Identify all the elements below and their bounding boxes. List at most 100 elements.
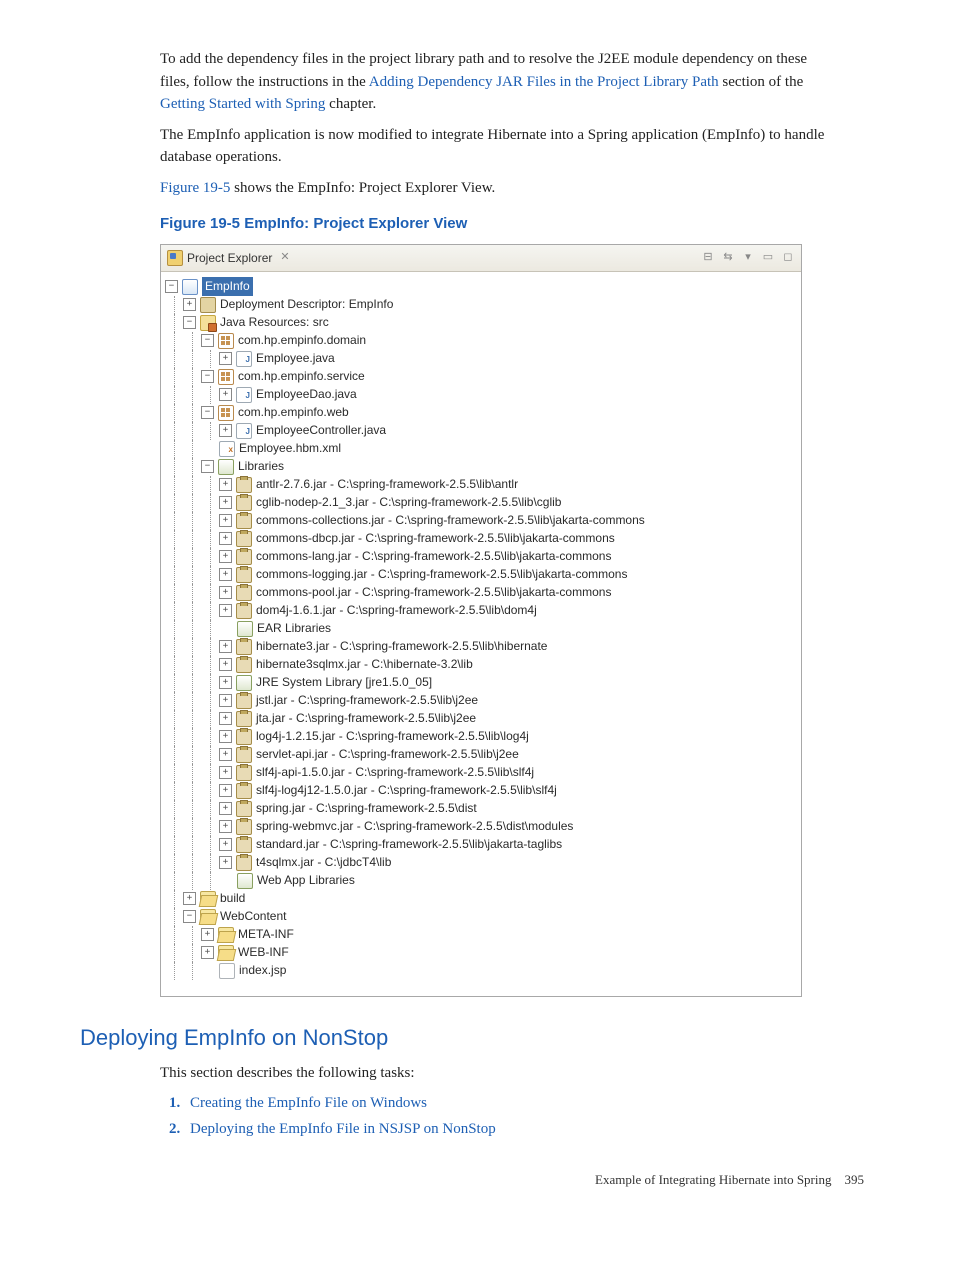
- expand-toggle[interactable]: +: [219, 658, 232, 671]
- library-icon: [237, 873, 253, 889]
- expand-toggle[interactable]: +: [219, 694, 232, 707]
- tree-item-package[interactable]: − com.hp.empinfo.service: [165, 368, 797, 386]
- tree-item-java[interactable]: + EmployeeDao.java: [165, 386, 797, 404]
- tree-label: META-INF: [238, 925, 294, 944]
- tree-item-folder[interactable]: − WebContent: [165, 908, 797, 926]
- tree-label: spring.jar - C:\spring-framework-2.5.5\d…: [256, 799, 477, 818]
- expand-toggle[interactable]: +: [219, 784, 232, 797]
- dd-icon: [200, 297, 216, 313]
- tree-item-jar[interactable]: +antlr-2.7.6.jar - C:\spring-framework-2…: [165, 476, 797, 494]
- minimize-icon[interactable]: ▭: [761, 251, 775, 265]
- collapse-toggle[interactable]: −: [201, 406, 214, 419]
- java-file-icon: [236, 387, 252, 403]
- tree-item-jar[interactable]: +cglib-nodep-2.1_3.jar - C:\spring-frame…: [165, 494, 797, 512]
- tree-item-java[interactable]: + EmployeeController.java: [165, 422, 797, 440]
- tree-item-jar[interactable]: +log4j-1.2.15.jar - C:\spring-framework-…: [165, 728, 797, 746]
- tree-item-project[interactable]: − EmpInfo: [165, 278, 797, 296]
- expand-toggle[interactable]: +: [219, 568, 232, 581]
- view-menu-icon[interactable]: ▾: [741, 251, 755, 265]
- collapse-toggle[interactable]: −: [183, 316, 196, 329]
- tree-item-jar[interactable]: +slf4j-log4j12-1.5.0.jar - C:\spring-fra…: [165, 782, 797, 800]
- expand-toggle[interactable]: +: [219, 604, 232, 617]
- collapse-toggle[interactable]: −: [165, 280, 178, 293]
- tree-item-jar[interactable]: +slf4j-api-1.5.0.jar - C:\spring-framewo…: [165, 764, 797, 782]
- link-step-1a[interactable]: Creating the EmpInfo: [190, 1095, 325, 1111]
- tree-item-jar[interactable]: + spring.jar - C:\spring-framework-2.5.5\…: [165, 800, 797, 818]
- close-icon[interactable]: ✕: [280, 249, 289, 266]
- tree-item-lib[interactable]: + JRE System Library [jre1.5.0_05]: [165, 674, 797, 692]
- tree-item-dd[interactable]: + Deployment Descriptor: EmpInfo: [165, 296, 797, 314]
- expand-toggle[interactable]: +: [219, 640, 232, 653]
- view-title: Project Explorer: [187, 249, 272, 267]
- expand-toggle[interactable]: +: [219, 550, 232, 563]
- tree-item-lib[interactable]: Web App Libraries: [165, 872, 797, 890]
- folder-icon: [200, 891, 216, 907]
- expand-toggle[interactable]: +: [183, 298, 196, 311]
- expand-toggle[interactable]: +: [219, 424, 232, 437]
- tree-item-jar[interactable]: +t4sqlmx.jar - C:\jdbcT4\lib: [165, 854, 797, 872]
- tree-item-jar[interactable]: + standard.jar - C:\spring-framework-2.5.…: [165, 836, 797, 854]
- expand-toggle[interactable]: +: [219, 766, 232, 779]
- tree-item-folder[interactable]: + build: [165, 890, 797, 908]
- tree-item-package[interactable]: − com.hp.empinfo.domain: [165, 332, 797, 350]
- expand-toggle[interactable]: +: [183, 892, 196, 905]
- link-figure-ref[interactable]: Figure 19-5: [160, 180, 230, 196]
- expand-toggle[interactable]: +: [219, 352, 232, 365]
- expand-toggle[interactable]: +: [201, 928, 214, 941]
- expand-toggle[interactable]: +: [219, 676, 232, 689]
- tree-item-java[interactable]: + Employee.java: [165, 350, 797, 368]
- tree-item-package[interactable]: − com.hp.empinfo.web: [165, 404, 797, 422]
- jar-icon: [236, 765, 252, 781]
- maximize-icon[interactable]: ◻: [781, 251, 795, 265]
- jar-icon: [236, 567, 252, 583]
- tree-item-xml[interactable]: Employee.hbm.xml: [165, 440, 797, 458]
- expand-toggle[interactable]: +: [219, 388, 232, 401]
- expand-toggle[interactable]: +: [201, 946, 214, 959]
- link-add-dependency[interactable]: Adding Dependency JAR Files in the Proje…: [369, 74, 719, 90]
- tree-item-jar[interactable]: +commons-pool.jar - C:\spring-framework-…: [165, 584, 797, 602]
- expand-toggle[interactable]: +: [219, 712, 232, 725]
- tree-item-lib[interactable]: EAR Libraries: [165, 620, 797, 638]
- expand-toggle[interactable]: +: [219, 514, 232, 527]
- expand-toggle[interactable]: +: [219, 586, 232, 599]
- tree-item-jar[interactable]: +commons-logging.jar - C:\spring-framewo…: [165, 566, 797, 584]
- jar-icon: [236, 747, 252, 763]
- collapse-all-icon[interactable]: ⊟: [701, 251, 715, 265]
- collapse-toggle[interactable]: −: [201, 460, 214, 473]
- expand-toggle[interactable]: +: [219, 802, 232, 815]
- link-getting-started[interactable]: Getting Started with Spring: [160, 96, 325, 112]
- expand-toggle[interactable]: +: [219, 730, 232, 743]
- collapse-toggle[interactable]: −: [201, 334, 214, 347]
- tree-item-libraries[interactable]: − Libraries: [165, 458, 797, 476]
- link-step-2b[interactable]: File in NSJSP on NonStop: [336, 1121, 496, 1137]
- expand-toggle[interactable]: +: [219, 478, 232, 491]
- tree-item-jar[interactable]: +commons-dbcp.jar - C:\spring-framework-…: [165, 530, 797, 548]
- tree-label: standard.jar - C:\spring-framework-2.5.5…: [256, 835, 562, 854]
- tree-item-jar[interactable]: +hibernate3sqlmx.jar - C:\hibernate-3.2\…: [165, 656, 797, 674]
- tree-item-jar[interactable]: +spring-webmvc.jar - C:\spring-framework…: [165, 818, 797, 836]
- tree-item-folder[interactable]: + WEB-INF: [165, 944, 797, 962]
- tree-item-src[interactable]: − Java Resources: src: [165, 314, 797, 332]
- expand-toggle[interactable]: +: [219, 748, 232, 761]
- tree-item-jar[interactable]: +commons-lang.jar - C:\spring-framework-…: [165, 548, 797, 566]
- tree-item-jar[interactable]: +commons-collections.jar - C:\spring-fra…: [165, 512, 797, 530]
- collapse-toggle[interactable]: −: [201, 370, 214, 383]
- expand-toggle[interactable]: +: [219, 820, 232, 833]
- jar-icon: [236, 819, 252, 835]
- tree-item-jar[interactable]: +jta.jar - C:\spring-framework-2.5.5\lib…: [165, 710, 797, 728]
- tree-item-folder[interactable]: + META-INF: [165, 926, 797, 944]
- expand-toggle[interactable]: +: [219, 856, 232, 869]
- expand-toggle[interactable]: +: [219, 496, 232, 509]
- expand-toggle[interactable]: +: [219, 532, 232, 545]
- link-step-2a[interactable]: Deploying the EmpInfo: [190, 1121, 336, 1137]
- collapse-toggle[interactable]: −: [183, 910, 196, 923]
- tree-item-jar[interactable]: +hibernate3.jar - C:\spring-framework-2.…: [165, 638, 797, 656]
- tree-item-jar[interactable]: +dom4j-1.6.1.jar - C:\spring-framework-2…: [165, 602, 797, 620]
- tree-item-jar[interactable]: +servlet-api.jar - C:\spring-framework-2…: [165, 746, 797, 764]
- tree-item-file[interactable]: index.jsp: [165, 962, 797, 980]
- link-editor-icon[interactable]: ⇆: [721, 251, 735, 265]
- expand-toggle[interactable]: +: [219, 838, 232, 851]
- link-step-1b[interactable]: File on Windows: [325, 1095, 427, 1111]
- tree-item-jar[interactable]: + jstl.jar - C:\spring-framework-2.5.5\li…: [165, 692, 797, 710]
- tree-label: jstl.jar - C:\spring-framework-2.5.5\lib…: [256, 691, 478, 710]
